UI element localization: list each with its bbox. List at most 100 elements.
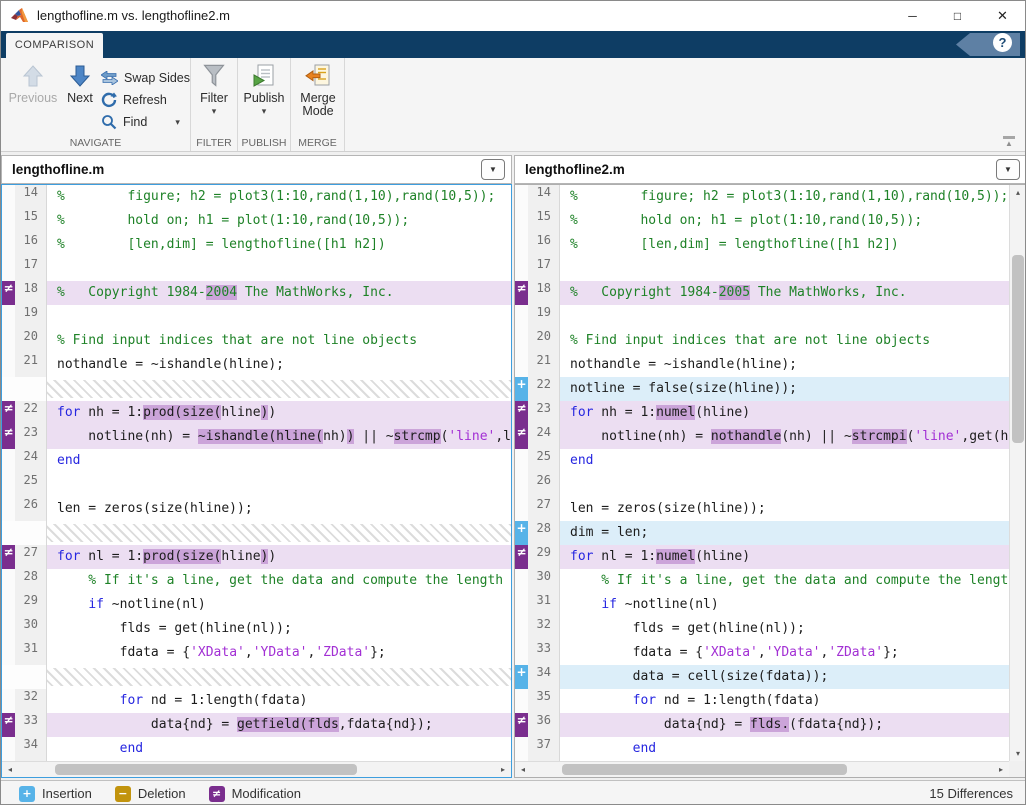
swap-sides-button[interactable]: Swap Sides — [101, 67, 190, 89]
refresh-button[interactable]: Refresh — [101, 89, 190, 111]
line-number: 33 — [15, 713, 47, 737]
code-row-26[interactable]: 26len = zeros(size(hline)); — [2, 497, 511, 521]
filter-button[interactable]: Filter ▾ — [194, 63, 234, 115]
code-row-33[interactable]: 33 fdata = {'XData','YData','ZData'}; — [515, 641, 1009, 665]
close-button[interactable]: ✕ — [980, 1, 1025, 31]
code-text: % hold on; h1 = plot(1:10,rand(10,5)); — [560, 209, 1009, 233]
merge-mode-button[interactable]: Merge Mode — [295, 63, 341, 118]
code-row-17[interactable]: 17 — [2, 257, 511, 281]
tab-comparison[interactable]: COMPARISON — [6, 33, 103, 58]
code-row-20[interactable]: 20% Find input indices that are not line… — [515, 329, 1009, 353]
code-row-24[interactable]: 24end — [2, 449, 511, 473]
code-row-30[interactable]: 30 flds = get(hline(nl)); — [2, 617, 511, 641]
code-row-31[interactable]: 31 if ~notline(nl) — [515, 593, 1009, 617]
code-text — [47, 305, 511, 329]
help-button[interactable]: ? — [993, 33, 1012, 52]
code-row-23[interactable]: ≠23 notline(nh) = ~ishandle(hline(nh)) |… — [2, 425, 511, 449]
code-row-30[interactable]: 30 % If it's a line, get the data and co… — [515, 569, 1009, 593]
scroll-down-icon[interactable]: ▾ — [1010, 746, 1026, 761]
search-icon — [101, 114, 117, 130]
code-row-37[interactable]: 37 end — [515, 737, 1009, 761]
line-number: 17 — [528, 257, 560, 281]
code-row-15[interactable]: 15% hold on; h1 = plot(1:10,rand(10,5)); — [515, 209, 1009, 233]
deletion-label: Deletion — [138, 786, 186, 801]
code-row-22[interactable]: ≠22for nh = 1:prod(size(hline)) — [2, 401, 511, 425]
left-pane-header: lengthofline.m ▼ — [1, 155, 512, 184]
scroll-left-icon[interactable]: ◂ — [515, 762, 531, 777]
code-row-20[interactable]: 20% Find input indices that are not line… — [2, 329, 511, 353]
code-row-19[interactable]: 19 — [2, 305, 511, 329]
code-row-18[interactable]: ≠18% Copyright 1984-2004 The MathWorks, … — [2, 281, 511, 305]
code-row-15[interactable]: 15% hold on; h1 = plot(1:10,rand(10,5)); — [2, 209, 511, 233]
code-row-18[interactable]: ≠18% Copyright 1984-2005 The MathWorks, … — [515, 281, 1009, 305]
marker-spacer — [2, 185, 15, 209]
placeholder-row[interactable] — [2, 665, 511, 689]
code-row-36[interactable]: ≠36 data{nd} = flds.(fdata{nd}); — [515, 713, 1009, 737]
placeholder-row[interactable] — [2, 377, 511, 401]
next-button[interactable]: Next — [61, 63, 99, 105]
marker-spacer — [515, 353, 528, 377]
scroll-left-icon[interactable]: ◂ — [2, 762, 18, 777]
code-row-16[interactable]: 16% [len,dim] = lengthofline([h1 h2]) — [2, 233, 511, 257]
code-row-21[interactable]: 21nothandle = ~ishandle(hline); — [2, 353, 511, 377]
code-row-25[interactable]: 25 — [2, 473, 511, 497]
title-bar[interactable]: lengthofline.m vs. lengthofline2.m ─ □ ✕ — [1, 1, 1025, 31]
line-number: 16 — [15, 233, 47, 257]
code-text: % Copyright 1984-2004 The MathWorks, Inc… — [47, 281, 511, 305]
publish-button[interactable]: Publish ▾ — [241, 63, 287, 115]
code-text — [560, 473, 1009, 497]
marker-spacer — [515, 617, 528, 641]
maximize-button[interactable]: □ — [935, 1, 980, 31]
find-dropdown-caret[interactable]: ▾ — [175, 118, 180, 126]
code-text — [47, 473, 511, 497]
code-text: % figure; h2 = plot3(1:10,rand(1,10),ran… — [47, 185, 511, 209]
code-row-27[interactable]: ≠27for nl = 1:prod(size(hline)) — [2, 545, 511, 569]
code-row-22[interactable]: +22notline = false(size(hline)); — [515, 377, 1009, 401]
code-row-26[interactable]: 26 — [515, 473, 1009, 497]
left-horizontal-scrollbar[interactable]: ◂ ▸ — [2, 761, 511, 777]
code-row-14[interactable]: 14% figure; h2 = plot3(1:10,rand(1,10),r… — [2, 185, 511, 209]
line-number: 32 — [15, 689, 47, 713]
code-row-14[interactable]: 14% figure; h2 = plot3(1:10,rand(1,10),r… — [515, 185, 1009, 209]
status-bar: + Insertion − Deletion ≠ Modification 15… — [1, 780, 1025, 805]
filter-dropdown-caret: ▾ — [212, 107, 217, 115]
right-pane-dropdown-button[interactable]: ▼ — [996, 159, 1020, 180]
right-vscroll-thumb[interactable] — [1012, 255, 1024, 443]
code-row-33[interactable]: ≠33 data{nd} = getfield(flds,fdata{nd}); — [2, 713, 511, 737]
collapse-ribbon-button[interactable]: ▲ — [999, 136, 1019, 147]
scroll-up-icon[interactable]: ▴ — [1010, 185, 1026, 200]
left-pane-dropdown-button[interactable]: ▼ — [481, 159, 505, 180]
code-row-34[interactable]: +34 data = cell(size(fdata)); — [515, 665, 1009, 689]
code-text — [560, 257, 1009, 281]
code-row-29[interactable]: ≠29for nl = 1:numel(hline) — [515, 545, 1009, 569]
scroll-right-icon[interactable]: ▸ — [495, 762, 511, 777]
code-row-24[interactable]: ≠24 notline(nh) = nothandle(nh) || ~strc… — [515, 425, 1009, 449]
code-row-16[interactable]: 16% [len,dim] = lengthofline([h1 h2]) — [515, 233, 1009, 257]
code-row-28[interactable]: +28dim = len; — [515, 521, 1009, 545]
right-horizontal-scrollbar[interactable]: ◂ ▸ — [515, 761, 1009, 777]
right-hscroll-thumb[interactable] — [562, 764, 847, 775]
previous-button[interactable]: Previous — [7, 63, 59, 105]
code-row-27[interactable]: 27len = zeros(size(hline)); — [515, 497, 1009, 521]
scroll-right-icon[interactable]: ▸ — [993, 762, 1009, 777]
code-row-19[interactable]: 19 — [515, 305, 1009, 329]
code-row-23[interactable]: ≠23for nh = 1:numel(hline) — [515, 401, 1009, 425]
code-row-32[interactable]: 32 flds = get(hline(nl)); — [515, 617, 1009, 641]
code-row-21[interactable]: 21nothandle = ~ishandle(hline); — [515, 353, 1009, 377]
left-hscroll-thumb[interactable] — [55, 764, 357, 775]
line-number: 27 — [528, 497, 560, 521]
code-row-28[interactable]: 28 % If it's a line, get the data and co… — [2, 569, 511, 593]
code-row-35[interactable]: 35 for nd = 1:length(fdata) — [515, 689, 1009, 713]
code-row-25[interactable]: 25end — [515, 449, 1009, 473]
line-number — [15, 377, 47, 401]
find-button[interactable]: Find ▾ — [101, 111, 190, 133]
code-row-34[interactable]: 34 end — [2, 737, 511, 761]
code-row-29[interactable]: 29 if ~notline(nl) — [2, 593, 511, 617]
code-row-31[interactable]: 31 fdata = {'XData','YData','ZData'}; — [2, 641, 511, 665]
next-arrow-icon — [67, 63, 93, 89]
right-vertical-scrollbar[interactable]: ▴ ▾ — [1009, 185, 1026, 761]
minimize-button[interactable]: ─ — [890, 1, 935, 31]
placeholder-row[interactable] — [2, 521, 511, 545]
code-row-17[interactable]: 17 — [515, 257, 1009, 281]
code-row-32[interactable]: 32 for nd = 1:length(fdata) — [2, 689, 511, 713]
